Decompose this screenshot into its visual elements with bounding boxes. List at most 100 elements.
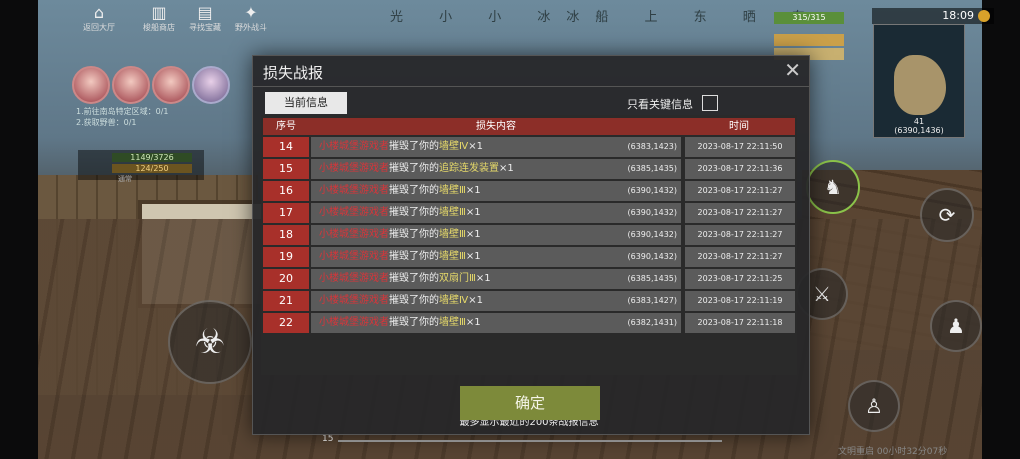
- close-icon[interactable]: ✕: [784, 60, 801, 80]
- exploration-button[interactable]: ▤ 寻找宝藏: [184, 4, 226, 38]
- return-home-button[interactable]: ⌂ 返回大厅: [78, 4, 120, 38]
- item-name: 墙壁Ⅲ: [439, 251, 466, 262]
- row-number: 21: [263, 291, 309, 311]
- attacker-name: 小楼城堡游戏者: [319, 207, 389, 218]
- crouch-icon: ♟: [947, 314, 965, 338]
- knife-icon: ⚔: [813, 282, 831, 306]
- row-content: 小楼城堡游戏者摧毁了你的墙壁Ⅲ×1 (6382,1431): [311, 313, 681, 333]
- minimap-coords: 41 (6390,1436): [894, 117, 944, 135]
- attacker-name: 小楼城堡游戏者: [319, 273, 389, 284]
- attacker-name: 小楼城堡游戏者: [319, 251, 389, 262]
- biohazard-button[interactable]: ☣: [168, 300, 252, 384]
- row-number: 15: [263, 159, 309, 179]
- row-coords: (6383,1423): [627, 142, 677, 151]
- quest-list: 1.前往南岛特定区域：0/1 2.获取野兽：0/1: [76, 106, 204, 128]
- team-avatars: [72, 66, 230, 104]
- row-time: 2023-08-17 22:11:27: [685, 247, 795, 267]
- mount-button[interactable]: ♞: [806, 160, 860, 214]
- row-time: 2023-08-17 22:11:19: [685, 291, 795, 311]
- row-coords: (6390,1432): [627, 186, 677, 195]
- key-only-label: 只看关键信息: [627, 98, 693, 111]
- horse-icon: ♞: [824, 175, 842, 199]
- avatar[interactable]: [112, 66, 150, 104]
- row-coords: (6390,1432): [627, 252, 677, 261]
- loss-report-dialog: 损失战报 ✕ 当前信息 只看关键信息 序号 损失内容 时间 14 小楼城堡游戏者摧…: [252, 55, 810, 435]
- row-content: 小楼城堡游戏者摧毁了你的墙壁Ⅲ×1 (6390,1432): [311, 225, 681, 245]
- action-text: 摧毁了你的: [389, 141, 439, 152]
- action-text: 摧毁了你的: [389, 207, 439, 218]
- item-name: 墙壁Ⅲ: [439, 185, 466, 196]
- row-content: 小楼城堡游戏者摧毁了你的墙壁Ⅲ×1 (6390,1432): [311, 203, 681, 223]
- item-name: 墙壁Ⅳ: [439, 141, 469, 152]
- clock: 18:09: [942, 9, 974, 22]
- item-name: 墙壁Ⅲ: [439, 317, 466, 328]
- row-number: 17: [263, 203, 309, 223]
- row-content: 小楼城堡游戏者摧毁了你的墙壁Ⅲ×1 (6390,1432): [311, 247, 681, 267]
- tab-current-info[interactable]: 当前信息: [265, 92, 347, 114]
- row-number: 20: [263, 269, 309, 289]
- minimap[interactable]: 41 (6390,1436): [873, 24, 965, 138]
- table-row: 22 小楼城堡游戏者摧毁了你的墙壁Ⅲ×1 (6382,1431) 2023-08-17…: [263, 313, 795, 333]
- item-qty: ×1: [465, 229, 481, 240]
- prone-button[interactable]: ♙: [848, 380, 900, 432]
- item-name: 墙壁Ⅳ: [439, 295, 469, 306]
- row-time: 2023-08-17 22:11:25: [685, 269, 795, 289]
- item-qty: ×1: [468, 141, 483, 152]
- wild-icon: ✦: [244, 3, 258, 22]
- divider: [253, 86, 809, 87]
- row-number: 22: [263, 313, 309, 333]
- row-time: 2023-08-17 22:11:27: [685, 203, 795, 223]
- table-row: 15 小楼城堡游戏者摧毁了你的追踪连发装置×1 (6385,1435) 2023-08…: [263, 159, 795, 179]
- crouch-button[interactable]: ♟: [930, 300, 982, 352]
- row-coords: (6382,1431): [627, 318, 677, 327]
- resource-bar: 1149/3726: [112, 153, 192, 162]
- item-name: 墙壁Ⅲ: [439, 207, 466, 218]
- row-time: 2023-08-17 22:11:27: [685, 181, 795, 201]
- slider-value: 15: [322, 434, 334, 444]
- table-row: 21 小楼城堡游戏者摧毁了你的墙壁Ⅳ×1 (6383,1427) 2023-08-17…: [263, 291, 795, 311]
- item-qty: ×1: [465, 207, 481, 218]
- row-number: 19: [263, 247, 309, 267]
- item-qty: ×1: [499, 163, 514, 174]
- quest-line: 2.获取野兽：0/1: [76, 118, 137, 127]
- quest-line: 1.前往南岛特定区域：0/1: [76, 107, 169, 116]
- row-number: 16: [263, 181, 309, 201]
- action-text: 摧毁了你的: [389, 163, 439, 174]
- confirm-button[interactable]: 确定: [460, 386, 600, 420]
- attacker-name: 小楼城堡游戏者: [319, 185, 389, 196]
- resource-bar: 124/250: [112, 164, 192, 173]
- row-coords: (6390,1432): [627, 208, 677, 217]
- boat-build-button[interactable]: ▥ 梭船商店: [138, 4, 180, 38]
- row-time: 2023-08-17 22:11:36: [685, 159, 795, 179]
- avatar[interactable]: [72, 66, 110, 104]
- row-number: 18: [263, 225, 309, 245]
- key-only-checkbox[interactable]: [702, 95, 718, 111]
- quantity-slider[interactable]: 15: [322, 434, 722, 446]
- row-coords: (6385,1435): [627, 274, 677, 283]
- item-name: 追踪连发装置: [439, 163, 499, 174]
- banner-text: 光 小 小 冰冰船 上 东 晒 东: [390, 10, 821, 25]
- island-shape: [894, 55, 946, 115]
- dialog-title: 损失战报: [263, 64, 324, 82]
- prone-icon: ♙: [865, 394, 883, 418]
- avatar[interactable]: [152, 66, 190, 104]
- bar-caption: 通常: [118, 175, 132, 183]
- row-content: 小楼城堡游戏者摧毁了你的追踪连发装置×1 (6385,1435): [311, 159, 681, 179]
- action-text: 摧毁了你的: [389, 273, 439, 284]
- home-icon: ⌂: [93, 3, 105, 22]
- action-text: 摧毁了你的: [389, 317, 439, 328]
- clock-bar: 18:09: [872, 8, 994, 24]
- item-qty: ×1: [475, 273, 491, 284]
- reload-button[interactable]: ⟳: [920, 188, 974, 242]
- row-time: 2023-08-17 22:11:18: [685, 313, 795, 333]
- wild-button[interactable]: ✦ 野外战斗: [230, 4, 272, 38]
- table-row: 19 小楼城堡游戏者摧毁了你的墙壁Ⅲ×1 (6390,1432) 2023-08-17…: [263, 247, 795, 267]
- avatar[interactable]: [192, 66, 230, 104]
- table-row: 14 小楼城堡游戏者摧毁了你的墙壁Ⅳ×1 (6383,1423) 2023-08-17…: [263, 137, 795, 157]
- reload-icon: ⟳: [938, 203, 956, 227]
- item-qty: ×1: [465, 251, 481, 262]
- col-header-number: 序号: [276, 121, 296, 132]
- attacker-name: 小楼城堡游戏者: [319, 141, 389, 152]
- slider-track[interactable]: [338, 440, 722, 442]
- attacker-name: 小楼城堡游戏者: [319, 317, 389, 328]
